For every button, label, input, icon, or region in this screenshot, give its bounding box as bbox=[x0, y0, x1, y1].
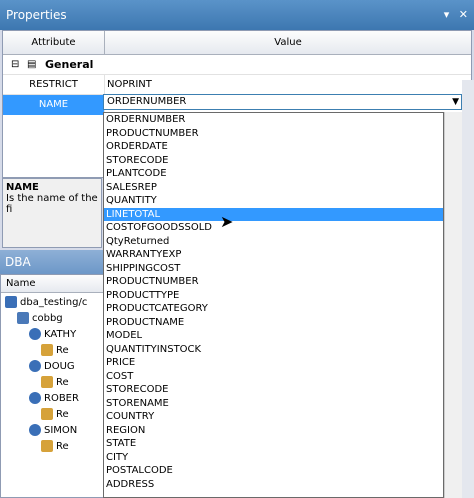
dropdown-option[interactable]: ORDERNUMBER bbox=[104, 113, 443, 127]
properties-title-bar: Properties bbox=[0, 0, 474, 30]
tree-node-label: KATHY bbox=[44, 329, 77, 340]
dropdown-option[interactable]: REGION bbox=[104, 424, 443, 438]
user-icon bbox=[29, 424, 41, 436]
dropdown-option[interactable]: PRODUCTNAME bbox=[104, 316, 443, 330]
dropdown-option[interactable]: PRODUCTNUMBER bbox=[104, 275, 443, 289]
dropdown-option[interactable]: WARRANTYEXP bbox=[104, 248, 443, 262]
tree-node[interactable]: Re bbox=[5, 407, 105, 423]
dropdown-option[interactable]: PRICE bbox=[104, 356, 443, 370]
dropdown-option[interactable]: COSTOFGOODSSOLD bbox=[104, 221, 443, 235]
mouse-cursor-icon: ➤ bbox=[220, 212, 234, 231]
tree-node-label: dba_testing/c bbox=[20, 297, 88, 308]
tree-node-label: Re bbox=[56, 441, 69, 452]
tree-node[interactable]: ROBER bbox=[5, 391, 105, 407]
group-row[interactable]: ⊟ ▤ General bbox=[3, 55, 471, 75]
dba-tree: dba_testing/ccobbg KATHY Re DOUG Re ROBER Re SI… bbox=[5, 295, 105, 455]
dropdown-option[interactable]: POSTALCODE bbox=[104, 464, 443, 478]
attr-name: NAME bbox=[3, 95, 105, 115]
tree-node[interactable]: Re bbox=[5, 343, 105, 359]
dropdown-option[interactable]: STORECODE bbox=[104, 383, 443, 397]
tree-node[interactable]: KATHY bbox=[5, 327, 105, 343]
dropdown-option[interactable]: SHIPPINGCOST bbox=[104, 262, 443, 276]
dropdown-option[interactable]: ORDERDATE bbox=[104, 140, 443, 154]
dropdown-option[interactable]: PRODUCTTYPE bbox=[104, 289, 443, 303]
dropdown-option[interactable]: QUANTITY bbox=[104, 194, 443, 208]
value-restrict[interactable]: NOPRINT bbox=[107, 75, 152, 95]
value-header[interactable]: Value bbox=[105, 31, 471, 55]
dropdown-option[interactable]: LINETOTAL bbox=[104, 207, 443, 221]
tree-node-label: Re bbox=[56, 345, 69, 356]
tree-node-label: ROBER bbox=[44, 393, 79, 404]
report-icon bbox=[41, 376, 53, 388]
dropdown-option[interactable]: QUANTITYINSTOCK bbox=[104, 343, 443, 357]
report-icon bbox=[41, 408, 53, 420]
report-icon bbox=[41, 344, 53, 356]
dropdown-option[interactable]: PLANTCODE bbox=[104, 167, 443, 181]
dropdown-scrollbar[interactable] bbox=[444, 112, 462, 498]
attribute-header[interactable]: Attribute bbox=[3, 31, 105, 55]
user-icon bbox=[5, 296, 17, 308]
page-icon: ▤ bbox=[27, 59, 37, 70]
tree-node[interactable]: Re bbox=[5, 439, 105, 455]
dropdown-option[interactable]: PRODUCTCATEGORY bbox=[104, 302, 443, 316]
dba-panel: Name dba_testing/ccobbg KATHY Re DOUG Re ROBE… bbox=[0, 274, 105, 498]
combo-value: ORDERNUMBER bbox=[107, 96, 187, 107]
dropdown-option[interactable]: MODEL bbox=[104, 329, 443, 343]
dropdown-list[interactable]: ORDERNUMBER PRODUCTNUMBER ORDERDATE STORECO… bbox=[103, 112, 444, 498]
tree-node[interactable]: SIMON bbox=[5, 423, 105, 439]
user-icon bbox=[29, 328, 41, 340]
tree-node-label: DOUG bbox=[44, 361, 75, 372]
pin-icon[interactable]: ▾ bbox=[444, 0, 450, 30]
dba-title-bar: DBA bbox=[0, 250, 104, 274]
dropdown-option[interactable]: QtyReturned bbox=[104, 235, 443, 249]
title-buttons: ▾ ✕ bbox=[438, 0, 468, 30]
user-icon bbox=[29, 392, 41, 404]
dropdown-option[interactable]: PRODUCTNUMBER bbox=[104, 127, 443, 141]
dropdown-arrow-icon[interactable]: ▼ bbox=[452, 95, 459, 109]
tree-node[interactable]: DOUG bbox=[5, 359, 105, 375]
name-combobox[interactable]: ORDERNUMBER ▼ bbox=[103, 94, 462, 110]
properties-title: Properties bbox=[6, 8, 67, 22]
tree-node[interactable]: cobbg bbox=[5, 311, 105, 327]
close-icon[interactable]: ✕ bbox=[459, 0, 468, 30]
tree-node[interactable]: Re bbox=[5, 375, 105, 391]
tree-node-label: Re bbox=[56, 377, 69, 388]
dropdown-option[interactable]: COST bbox=[104, 370, 443, 384]
desc-text: Is the name of the fi bbox=[6, 193, 98, 215]
dropdown-option[interactable]: COUNTRY bbox=[104, 410, 443, 424]
dba-title: DBA bbox=[5, 255, 31, 269]
dropdown-option[interactable]: STORENAME bbox=[104, 397, 443, 411]
collapse-icon[interactable]: ⊟ bbox=[11, 55, 19, 75]
description-panel: NAME Is the name of the fi bbox=[2, 178, 102, 248]
dropdown-option[interactable]: STORECODE bbox=[104, 154, 443, 168]
window-edge bbox=[462, 80, 474, 498]
desc-title: NAME bbox=[6, 182, 39, 193]
name-header[interactable]: Name bbox=[1, 275, 105, 293]
tree-node-label: SIMON bbox=[44, 425, 78, 436]
database-icon bbox=[17, 312, 29, 324]
property-row-restrict[interactable]: RESTRICT NOPRINT bbox=[3, 75, 471, 95]
dropdown-option[interactable]: STATE bbox=[104, 437, 443, 451]
dropdown-option[interactable]: SALESREP bbox=[104, 181, 443, 195]
dropdown-option[interactable]: CITY bbox=[104, 451, 443, 465]
user-icon bbox=[29, 360, 41, 372]
report-icon bbox=[41, 440, 53, 452]
tree-node[interactable]: dba_testing/c bbox=[5, 295, 105, 311]
tree-node-label: cobbg bbox=[32, 313, 63, 324]
tree-node-label: Re bbox=[56, 409, 69, 420]
group-label: General bbox=[45, 58, 94, 71]
dropdown-option[interactable]: ADDRESS bbox=[104, 478, 443, 492]
attr-restrict: RESTRICT bbox=[3, 75, 105, 95]
